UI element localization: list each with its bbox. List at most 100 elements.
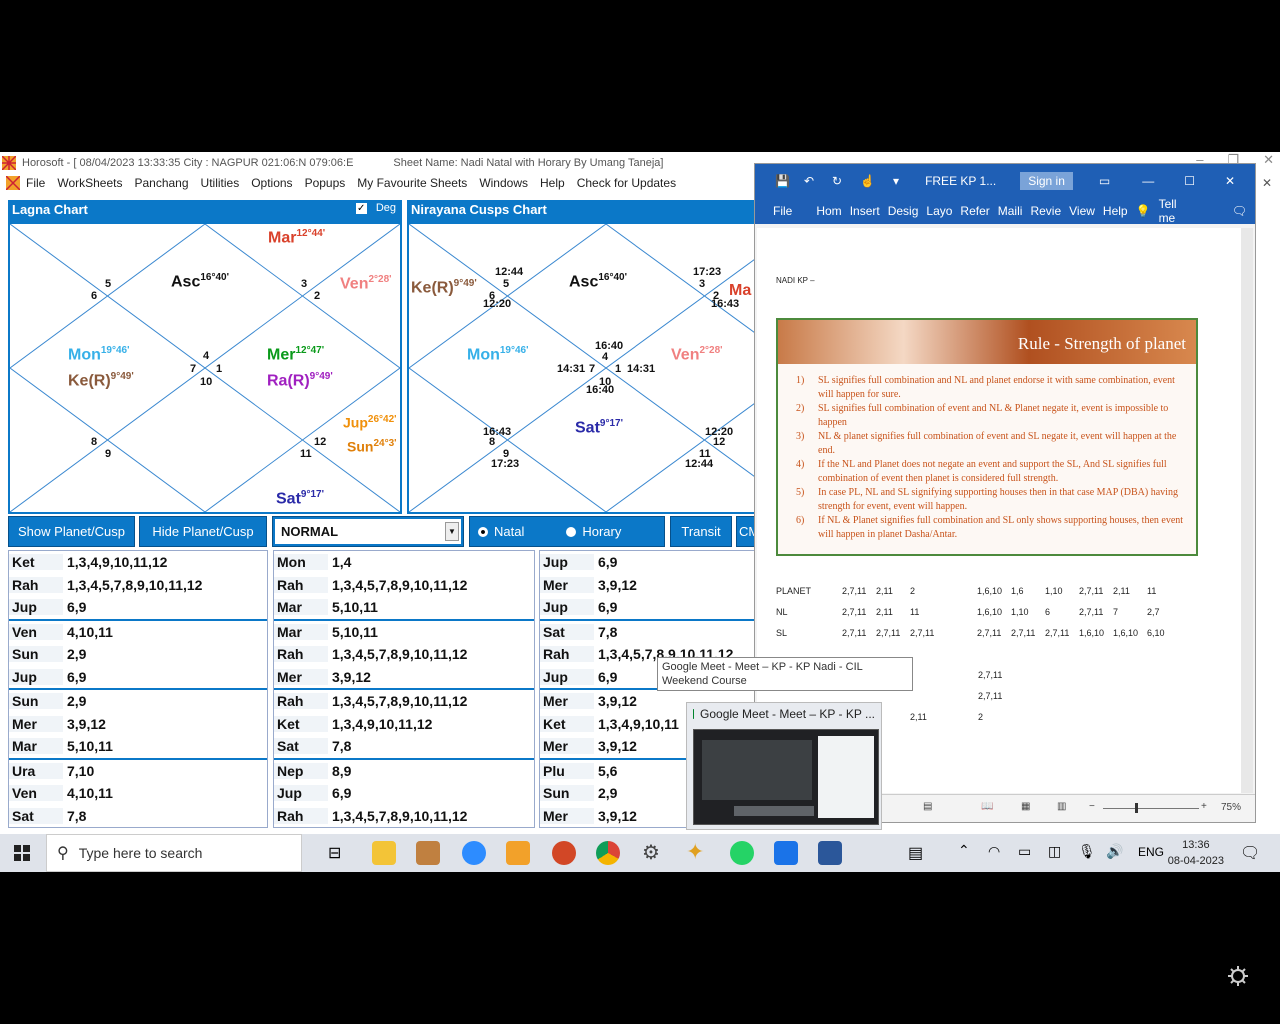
app-title: Horosoft - [ 08/04/2023 13:33:35 City : …	[22, 156, 354, 169]
menu-panchang[interactable]: Panchang	[134, 176, 188, 190]
windows-start-icon[interactable]	[14, 845, 30, 861]
touch-mode-icon[interactable]: ☝	[860, 174, 875, 188]
sheet-name: Sheet Name: Nadi Natal with Horary By Um…	[393, 156, 664, 169]
tab-view[interactable]: View	[1069, 204, 1095, 218]
app-menu-icon[interactable]	[6, 176, 20, 190]
rule-item: 5) In case PL, NL and SL signifying suppo…	[796, 487, 1178, 512]
taskbar-search-box[interactable]: ⚲ Type here to search	[46, 834, 302, 872]
cusps-chart-title: Nirayana Cusps Chart	[411, 202, 547, 217]
word-scrollbar[interactable]	[1241, 228, 1253, 793]
web-layout-icon[interactable]: ▥	[1057, 801, 1066, 812]
cusps-planet-asc: Asc16°40'	[569, 272, 627, 291]
hide-planet-cusp-button[interactable]: Hide Planet/Cusp	[139, 516, 267, 547]
grid-cell: 2,7,11	[978, 670, 1003, 680]
transit-button[interactable]: Transit	[670, 516, 732, 547]
show-hidden-icons-icon[interactable]: ⌃	[958, 842, 970, 859]
house-number: 7	[190, 363, 197, 375]
task-view-icon[interactable]: ⊟	[328, 843, 341, 863]
cusps-planet-mon: Mon19°46'	[467, 345, 529, 364]
cm-button[interactable]: CM	[736, 516, 756, 547]
powerpoint-icon[interactable]	[552, 841, 576, 865]
google-meet-taskbar-icon[interactable]	[774, 841, 798, 865]
microphone-icon[interactable]: 🎙	[1078, 843, 1096, 860]
word-ribbon-tabs: File Hom Insert Desig Layo Refer Maili R…	[755, 197, 1255, 225]
tab-layout[interactable]: Layo	[926, 204, 952, 218]
read-mode-icon[interactable]: 📖	[981, 801, 993, 812]
menu-utilities[interactable]: Utilities	[201, 176, 240, 190]
whatsapp-icon[interactable]	[730, 841, 754, 865]
menu-file[interactable]: File	[26, 176, 45, 190]
redo-icon[interactable]: ↻	[832, 174, 842, 188]
word-maximize-icon[interactable]: ☐	[1184, 174, 1195, 188]
zoom-slider[interactable]	[1103, 808, 1199, 809]
natal-horary-group: Natal Horary	[469, 516, 665, 547]
menu-help[interactable]: Help	[540, 176, 565, 190]
horosoft-taskbar-icon[interactable]	[506, 841, 530, 865]
cusp-label: 3	[699, 278, 706, 290]
search-placeholder: Type here to search	[78, 845, 203, 861]
table-row: Sat 7,8	[9, 805, 267, 828]
menu-favourite-sheets[interactable]: My Favourite Sheets	[357, 176, 467, 190]
overlay-settings-icon[interactable]	[1226, 964, 1250, 988]
menu-popups[interactable]: Popups	[305, 176, 346, 190]
deg-checkbox[interactable]: ✓	[355, 203, 367, 214]
zoom-slider-thumb[interactable]	[1135, 803, 1138, 813]
menu-options[interactable]: Options	[251, 176, 292, 190]
customize-toolbar-icon[interactable]: ▾	[893, 174, 899, 188]
battery-icon[interactable]: ▭	[1018, 843, 1031, 860]
zoom-level[interactable]: 75%	[1221, 802, 1241, 813]
search-icon: ⚲	[57, 845, 69, 862]
camera-icon[interactable]: ◫	[1048, 843, 1061, 860]
tab-mailings[interactable]: Maili	[998, 204, 1023, 218]
focus-icon[interactable]: ▤	[923, 801, 932, 812]
file-explorer-icon[interactable]	[372, 841, 396, 865]
word-minimize-icon[interactable]: —	[1142, 174, 1154, 188]
widgets-icon[interactable]: ▤	[908, 843, 923, 863]
word-close-icon[interactable]: ✕	[1225, 174, 1235, 188]
ribbon-display-icon[interactable]: ▭	[1099, 174, 1110, 188]
dropdown-arrow-icon[interactable]: ▼	[445, 522, 459, 541]
horosoft-app-icon[interactable]	[416, 841, 440, 865]
lagna-chart-header: Lagna Chart ✓ Deg	[8, 200, 402, 222]
table-row: Rah 1,3,4,5,7,8,9,10,11,12	[274, 805, 534, 828]
zoom-in-icon[interactable]: +	[1201, 801, 1207, 812]
taskbar-window-preview[interactable]: Google Meet - Meet – KP - KP ...	[686, 702, 882, 830]
tab-insert[interactable]: Insert	[850, 204, 880, 218]
sparkle-app-icon[interactable]: ✦	[686, 839, 704, 865]
network-icon[interactable]: ◠	[988, 843, 1000, 860]
tab-references[interactable]: Refer	[960, 204, 989, 218]
lagna-chart: Mar12°44' Asc16°40' Ven2°28' Mon19°46' K…	[8, 222, 402, 514]
mode-select[interactable]: NORMAL ▼	[275, 519, 461, 544]
tab-file[interactable]: File	[773, 204, 792, 218]
sign-in-button[interactable]: Sign in	[1020, 172, 1073, 190]
notifications-icon[interactable]: 🗨	[1240, 843, 1260, 863]
language-indicator[interactable]: ENG	[1138, 845, 1164, 859]
close-icon[interactable]: ✕	[1263, 152, 1274, 168]
menu-windows[interactable]: Windows	[479, 176, 528, 190]
horary-radio[interactable]	[566, 526, 577, 537]
menu-check-updates[interactable]: Check for Updates	[577, 176, 676, 190]
volume-icon[interactable]: 🔊	[1106, 843, 1123, 860]
natal-radio[interactable]	[478, 526, 488, 537]
tab-design[interactable]: Desig	[888, 204, 919, 218]
word-icon[interactable]	[818, 841, 842, 865]
menu-worksheets[interactable]: WorkSheets	[57, 176, 122, 190]
chrome-icon[interactable]	[596, 841, 620, 865]
zoom-icon[interactable]	[462, 841, 486, 865]
tab-home[interactable]: Hom	[816, 204, 841, 218]
show-planet-cusp-button[interactable]: Show Planet/Cusp	[8, 516, 135, 547]
tell-me-box[interactable]: Tell me	[1159, 197, 1194, 225]
print-layout-icon[interactable]: ▦	[1021, 801, 1030, 812]
tab-review[interactable]: Revie	[1030, 204, 1061, 218]
save-icon[interactable]: 💾	[775, 174, 790, 188]
tab-help[interactable]: Help	[1103, 204, 1128, 218]
cusps-chart: Ke(R)9°49' Asc16°40' Ma Mon19°46' Ven2°2…	[407, 222, 803, 514]
zoom-out-icon[interactable]: −	[1089, 801, 1095, 812]
comments-icon[interactable]: 🗨	[1232, 204, 1247, 218]
cusp-label: 14:31	[557, 363, 586, 375]
settings-gear-icon[interactable]: ⚙	[642, 840, 660, 865]
table-row: Jup 6,9	[274, 782, 534, 805]
taskbar-clock[interactable]: 13:36 08-04-2023	[1168, 837, 1224, 869]
undo-icon[interactable]: ↶	[804, 174, 814, 188]
background-close-icon[interactable]: ✕	[1262, 176, 1272, 190]
